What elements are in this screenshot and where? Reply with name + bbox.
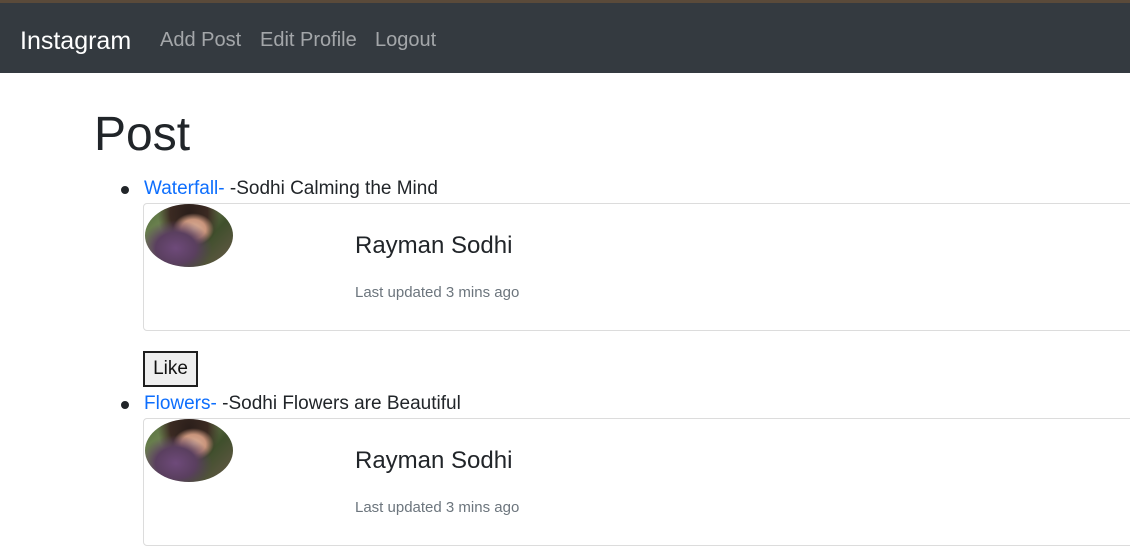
post-card: Rayman Sodhi Last updated 3 mins ago	[143, 203, 1130, 331]
list-bullet	[121, 401, 129, 409]
list-bullet	[121, 186, 129, 194]
profile-photo-icon	[145, 419, 233, 482]
nav-edit-profile-link[interactable]: Edit Profile	[260, 27, 357, 53]
post-description: -Sodhi Calming the Mind	[224, 178, 438, 199]
nav-logout-link[interactable]: Logout	[375, 27, 436, 53]
card-last-updated: Last updated 3 mins ago	[355, 284, 520, 301]
nav-add-post-link[interactable]: Add Post	[160, 27, 241, 53]
post-card: Rayman Sodhi Last updated 3 mins ago	[143, 418, 1130, 546]
page-title: Post	[94, 108, 191, 161]
top-navbar: Instagram Add Post Edit Profile Logout	[0, 0, 1130, 73]
post-title-line: Waterfall- -Sodhi Calming the Mind	[144, 177, 438, 201]
profile-photo-icon	[145, 204, 233, 267]
card-author-name: Rayman Sodhi	[355, 232, 513, 259]
post-title-link[interactable]: Waterfall-	[144, 178, 225, 199]
post-title-line: Flowers- -Sodhi Flowers are Beautiful	[144, 392, 461, 416]
post-title-link[interactable]: Flowers-	[144, 393, 217, 414]
brand-link[interactable]: Instagram	[20, 26, 131, 56]
post-description: -Sodhi Flowers are Beautiful	[216, 393, 461, 414]
card-author-name: Rayman Sodhi	[355, 447, 513, 474]
card-last-updated: Last updated 3 mins ago	[355, 499, 520, 516]
like-button[interactable]: Like	[143, 351, 198, 387]
navbar-top-border	[0, 0, 1130, 3]
